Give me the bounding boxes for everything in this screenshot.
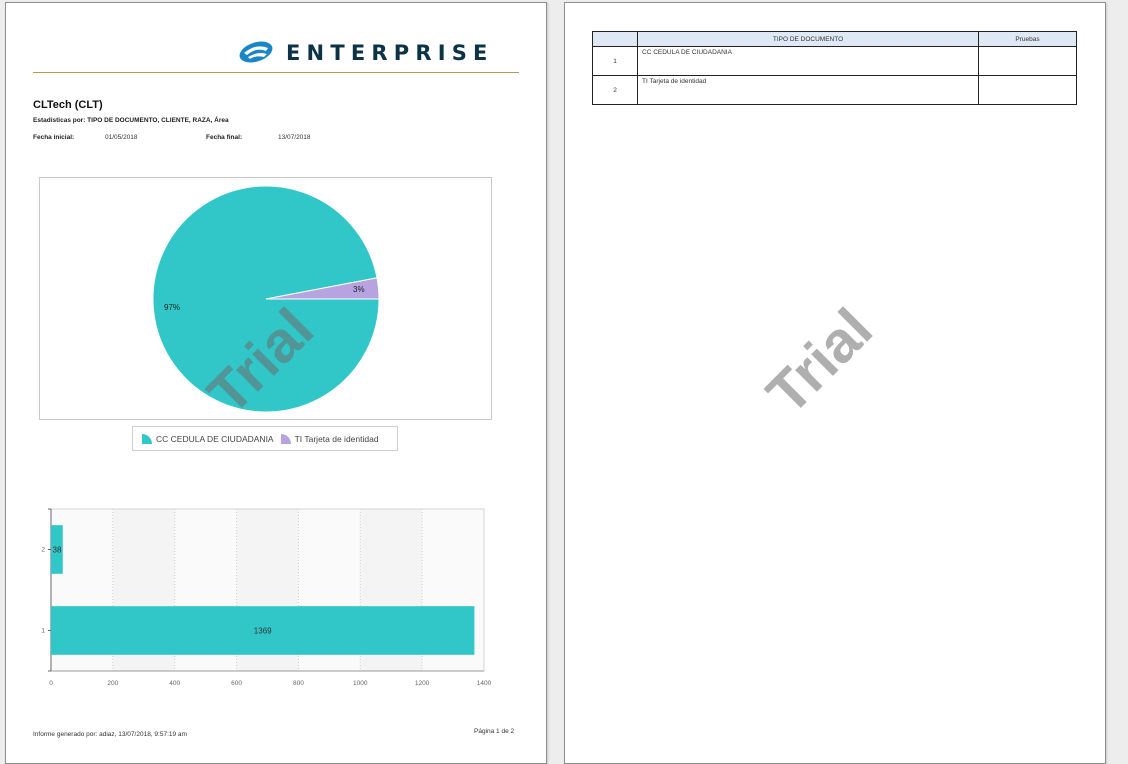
row-number: 1 (592, 46, 638, 76)
header-divider (33, 72, 519, 73)
row-pruebas (978, 46, 1077, 76)
bar-value-label: 38 (53, 546, 62, 555)
pie-chart-frame: 97% 3% (39, 177, 492, 420)
header-index (592, 31, 638, 47)
row-pruebas (978, 75, 1077, 105)
pie-label-ti: 3% (353, 285, 365, 294)
bar-chart: 0 200 400 600 800 1000 1200 1400 38 2 1369 1 (41, 508, 492, 687)
header-pruebas: Pruebas (978, 31, 1077, 47)
footer-generated: Informe generado por: adiaz, 13/07/2018,… (33, 731, 187, 738)
row-tipo: CC CEDULA DE CIUDADANIA (637, 46, 979, 76)
x-tick-label: 600 (231, 680, 242, 687)
pie-legend: CC CEDULA DE CIUDADANIA TI Tarjeta de id… (132, 426, 398, 451)
x-tick-label: 800 (293, 680, 304, 687)
legend-label-cc: CC CEDULA DE CIUDADANIA (156, 433, 274, 444)
end-date-value: 13/07/2018 (278, 134, 311, 141)
document-type-table: TIPO DE DOCUMENTO Pruebas 1 CC CEDULA DE… (592, 31, 1077, 105)
pie-label-cc: 97% (164, 303, 180, 312)
x-tick-label: 200 (107, 680, 118, 687)
header-tipo-documento: TIPO DE DOCUMENTO (637, 31, 979, 47)
legend-item-cc[interactable]: CC CEDULA DE CIUDADANIA (141, 433, 274, 445)
enterprise-logo: ENTERPRISE (238, 39, 513, 65)
trial-watermark: Trial (754, 296, 885, 427)
x-tick-label: 0 (49, 680, 53, 687)
start-date-label: Fecha inicial: (33, 134, 75, 141)
legend-swatch-cc-icon (142, 433, 152, 444)
bar-value-label: 1369 (254, 627, 272, 636)
pie-chart: 97% 3% (152, 185, 380, 413)
report-title: CLTech (CLT) (33, 99, 103, 111)
report-page-2: TIPO DE DOCUMENTO Pruebas 1 CC CEDULA DE… (564, 2, 1106, 764)
logo-emblem-icon (239, 41, 273, 63)
start-date-value: 01/05/2018 (105, 134, 138, 141)
y-tick-label: 2 (41, 547, 45, 554)
x-tick-label: 1400 (477, 680, 492, 687)
row-tipo: TI Tarjeta de identidad (637, 75, 979, 105)
legend-label-ti: TI Tarjeta de identidad (294, 433, 379, 444)
x-tick-label: 1000 (353, 680, 368, 687)
x-tick-label: 1200 (415, 680, 430, 687)
footer-page-number: Página 1 de 2 (474, 728, 515, 735)
table-row: 1 CC CEDULA DE CIUDADANIA (592, 46, 1077, 76)
y-tick-label: 1 (41, 628, 45, 635)
row-number: 2 (592, 75, 638, 105)
legend-swatch-ti-icon (280, 433, 291, 444)
legend-item-ti[interactable]: TI Tarjeta de identidad (280, 433, 379, 445)
x-tick-label: 400 (169, 680, 180, 687)
report-subtitle: Estadisticas por: TIPO DE DOCUMENTO, CLI… (33, 117, 229, 124)
table-row: 2 TI Tarjeta de identidad (592, 75, 1077, 105)
table-header-row: TIPO DE DOCUMENTO Pruebas (592, 31, 1077, 47)
logo-text: ENTERPRISE (286, 41, 494, 65)
end-date-label: Fecha final: (206, 134, 243, 141)
report-page-1: ENTERPRISE CLTech (CLT) Estadisticas por… (5, 2, 547, 764)
